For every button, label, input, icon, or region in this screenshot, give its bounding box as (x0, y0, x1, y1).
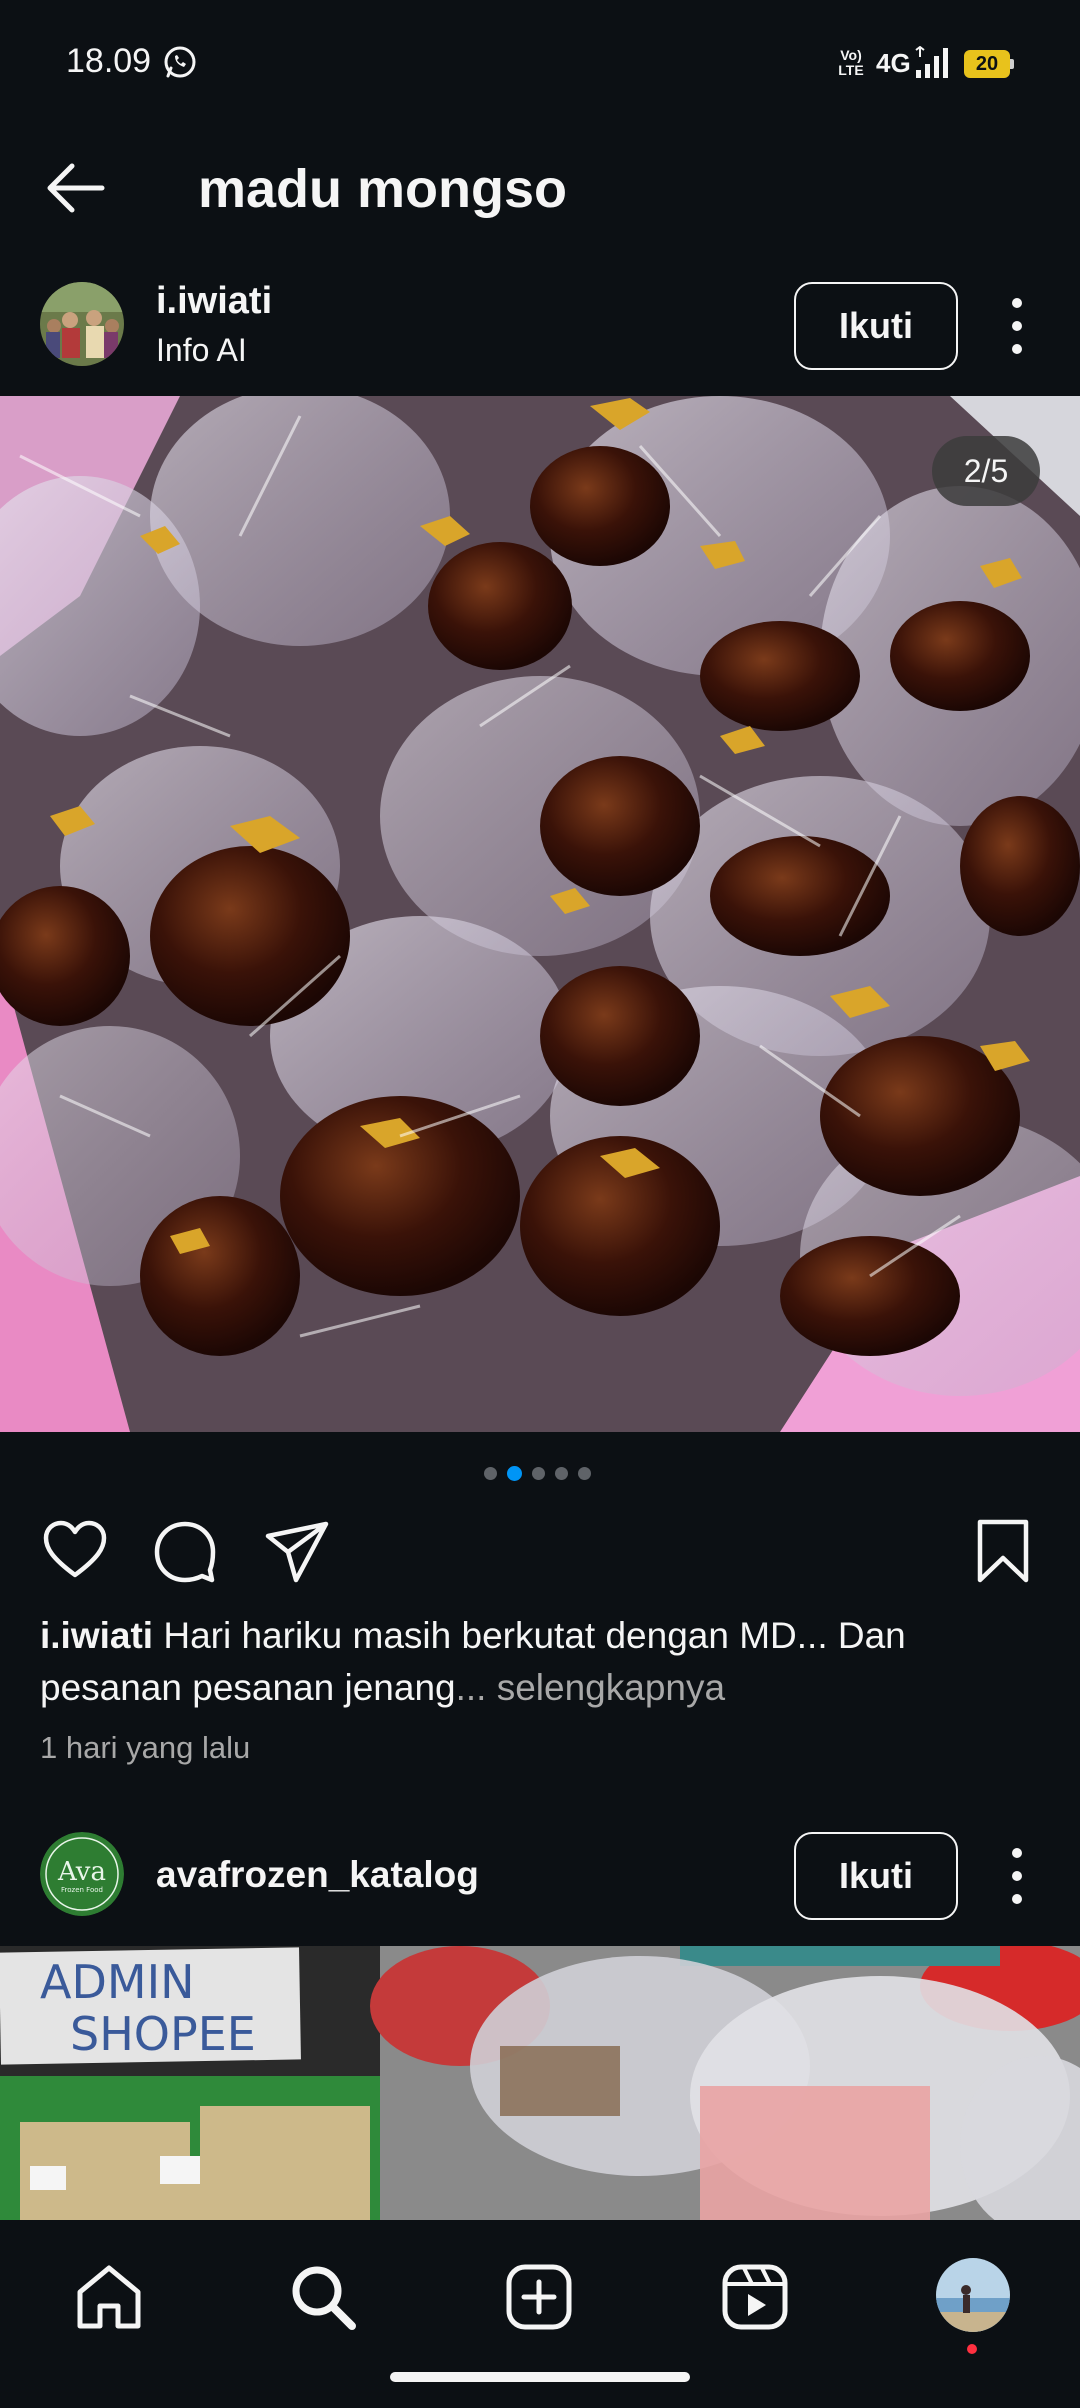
follow-button[interactable]: Ikuti (794, 282, 958, 370)
profile-avatar[interactable] (936, 2258, 1010, 2332)
post-username[interactable]: i.iwiati (156, 280, 272, 323)
post-caption[interactable]: i.iwiati Hari hariku masih berkutat deng… (40, 1610, 1040, 1714)
post-actions (0, 1518, 1080, 1584)
post-image[interactable]: ADMIN SHOPEE (0, 1946, 1080, 2220)
post-timestamp: 1 hari yang lalu (40, 1730, 251, 1765)
avatar[interactable] (40, 282, 124, 366)
network-type: 4G (876, 48, 911, 78)
page-indicator: 2/5 (932, 436, 1040, 506)
bookmark-icon[interactable] (970, 1518, 1036, 1584)
arrow-left-icon[interactable] (42, 154, 110, 222)
page-title: madu mongso (198, 159, 568, 219)
photo-sign-line2: SHOPEE (70, 2007, 256, 2061)
post-username[interactable]: avafrozen_katalog (156, 1854, 479, 1896)
whatsapp-icon (164, 46, 196, 78)
heart-icon[interactable] (42, 1518, 108, 1584)
avatar[interactable]: Ava Frozen Food (40, 1832, 124, 1916)
share-icon[interactable] (264, 1518, 330, 1584)
notification-dot (967, 2344, 977, 2354)
signal-icon (915, 46, 948, 78)
volte-indicator: Vo) LTE (838, 47, 864, 78)
reels-icon[interactable] (720, 2262, 790, 2332)
battery-level: 20 (964, 50, 1010, 78)
more-options-icon[interactable] (1000, 1846, 1036, 1906)
carousel-dot (555, 1466, 568, 1480)
comment-icon[interactable] (152, 1518, 218, 1584)
status-time: 18.09 (66, 42, 152, 80)
create-icon[interactable] (504, 2262, 574, 2332)
post-image[interactable] (0, 396, 1080, 1432)
photo-sign-line1: ADMIN (40, 1955, 195, 2009)
carousel-dots (484, 1465, 591, 1481)
avatar-subtext: Frozen Food (61, 1886, 103, 1894)
carousel-dot-active (507, 1465, 522, 1481)
home-indicator[interactable] (390, 2372, 690, 2382)
carousel-dot (532, 1466, 545, 1480)
status-bar: 18.09 Vo) LTE 4G 20 (0, 0, 1080, 128)
carousel-dot (578, 1466, 591, 1480)
carousel-dot (484, 1466, 497, 1480)
follow-button[interactable]: Ikuti (794, 1832, 958, 1920)
post-header: i.iwiati Info AI Ikuti (0, 260, 1080, 390)
more-options-icon[interactable] (1000, 296, 1036, 356)
search-icon[interactable] (288, 2262, 358, 2332)
post-header: Ava Frozen Food avafrozen_katalog Ikuti (0, 1810, 1080, 1940)
battery-icon: 20 (964, 50, 1014, 78)
top-bar: madu mongso (0, 128, 1080, 248)
avatar-text: Ava (57, 1857, 106, 1887)
home-icon[interactable] (74, 2262, 144, 2332)
post-subtitle[interactable]: Info AI (156, 332, 247, 369)
caption-username[interactable]: i.iwiati (40, 1615, 153, 1656)
caption-more-link[interactable]: ... selengkapnya (456, 1667, 725, 1708)
